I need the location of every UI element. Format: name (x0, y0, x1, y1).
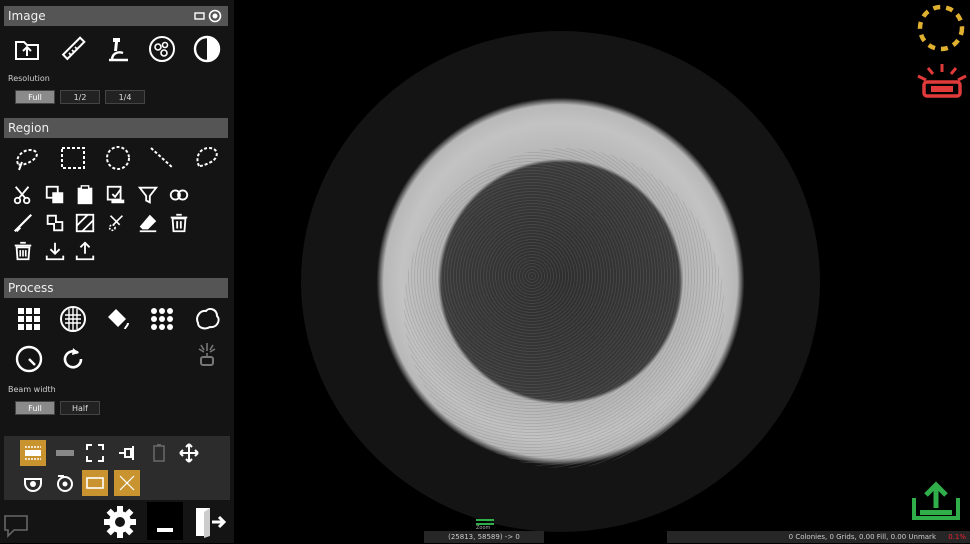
line-region-icon[interactable] (145, 143, 179, 173)
resolution-full-button[interactable]: Full (15, 90, 55, 104)
move-icon[interactable] (176, 440, 202, 466)
filter-icon[interactable] (131, 180, 165, 210)
beam-full-button[interactable]: Full (15, 401, 55, 415)
beam-width-label: Beam width (8, 385, 56, 394)
export-icon[interactable] (910, 480, 962, 522)
blob-icon[interactable] (190, 304, 224, 334)
rotate-camera-icon[interactable] (52, 470, 78, 496)
select-all-icon[interactable] (99, 180, 133, 210)
projector-icon[interactable] (114, 440, 140, 466)
zoom-indicator[interactable]: Zoom (474, 517, 496, 531)
minimize-button[interactable] (147, 502, 183, 540)
progress-percent: 0.1% (948, 533, 966, 541)
ruler-icon[interactable] (56, 34, 90, 64)
colony-count-icon[interactable] (145, 34, 179, 64)
dashed-circle-icon[interactable] (916, 2, 966, 54)
open-folder-icon[interactable] (10, 34, 44, 64)
tray-icon[interactable] (82, 470, 108, 496)
settings-icon[interactable] (102, 504, 138, 540)
minimize-icon (157, 528, 173, 532)
microscope-icon[interactable] (101, 34, 135, 64)
cut-icon[interactable] (99, 208, 133, 238)
image-section-settings-icon[interactable] (194, 9, 224, 29)
status-bar: 0 Colonies, 0 Grids, 0.00 Fill, 0.00 Unm… (667, 531, 970, 543)
process-section-title: Process (8, 281, 54, 295)
lasso-region-icon[interactable] (190, 143, 224, 173)
paint-bucket-icon[interactable] (101, 304, 135, 334)
resolution-label: Resolution (8, 74, 50, 83)
paste-icon[interactable] (68, 180, 102, 210)
chat-icon[interactable] (2, 512, 30, 540)
image-section-header: Image (4, 6, 228, 26)
upload-icon[interactable] (68, 236, 102, 266)
freehand-region-icon[interactable] (10, 143, 44, 173)
download-icon[interactable] (38, 236, 72, 266)
region-section-header: Region (4, 118, 228, 138)
warning-light-icon[interactable] (914, 62, 970, 102)
trash-icon[interactable] (162, 208, 196, 238)
knife-icon[interactable] (6, 208, 40, 238)
link-icon[interactable] (162, 180, 196, 210)
exit-icon[interactable] (192, 504, 228, 540)
process-section-header: Process (4, 278, 228, 298)
coordinates-readout: (25813, 58589) -> 0 (424, 531, 544, 543)
image-section-title: Image (8, 9, 46, 23)
rectangle-region-icon[interactable] (56, 143, 90, 173)
hardware-toolbar (4, 436, 230, 500)
region-section-title: Region (8, 121, 50, 135)
battery-icon (146, 440, 172, 466)
colony-area (404, 148, 724, 468)
eraser-icon[interactable] (131, 208, 165, 238)
grid-icon[interactable] (12, 304, 46, 334)
fullscreen-icon[interactable] (82, 440, 108, 466)
contrast-icon[interactable] (190, 34, 224, 64)
resolution-half-button[interactable]: 1/2 (60, 90, 100, 104)
fluorescence-light-icon[interactable] (20, 440, 46, 466)
petri-dish-image[interactable] (301, 31, 820, 532)
dot-grid-icon[interactable] (145, 304, 179, 334)
cross-tray-icon[interactable] (114, 470, 140, 496)
delete-all-icon[interactable] (6, 236, 40, 266)
camera-dome-icon[interactable] (20, 470, 46, 496)
circle-progress-icon[interactable] (12, 344, 46, 374)
colony-counts: 0 Colonies, 0 Grids, 0.00 Fill, 0.00 Unm… (788, 533, 936, 541)
petri-grid-icon[interactable] (56, 304, 90, 334)
sidebar: Image Resolution Full 1/2 1/4 Region Pro… (0, 0, 234, 543)
scissors-icon[interactable] (6, 180, 40, 210)
bar-icon[interactable] (52, 440, 78, 466)
refresh-icon[interactable] (56, 344, 90, 374)
beam-half-button[interactable]: Half (60, 401, 100, 415)
circle-region-icon[interactable] (101, 143, 135, 173)
copy-icon[interactable] (38, 180, 72, 210)
shape-icon[interactable] (38, 208, 72, 238)
resolution-quarter-button[interactable]: 1/4 (105, 90, 145, 104)
lamp-icon (190, 340, 224, 370)
hatch-icon[interactable] (68, 208, 102, 238)
